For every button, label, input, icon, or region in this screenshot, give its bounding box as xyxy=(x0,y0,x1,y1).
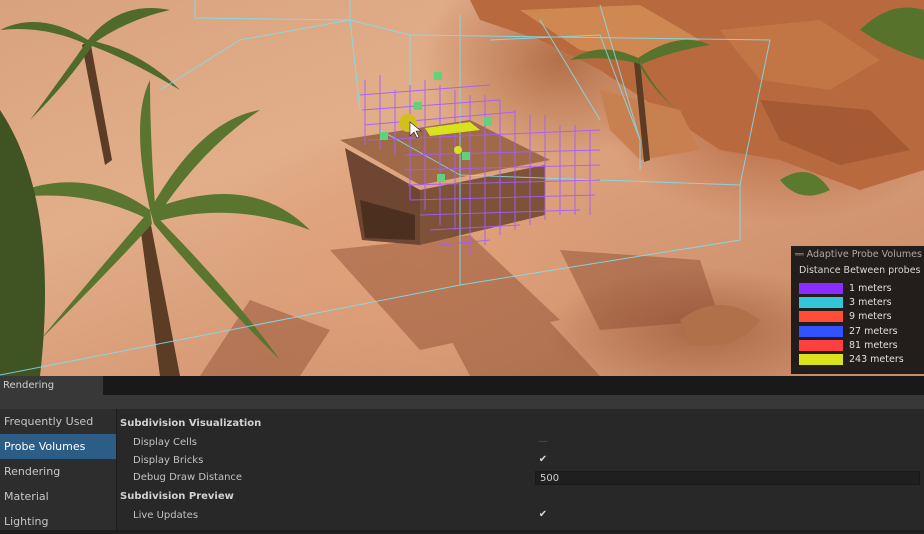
legend-row: 3 meters xyxy=(799,295,918,309)
sidebar-item-probe-volumes[interactable]: Probe Volumes xyxy=(0,434,116,459)
window-toolbar xyxy=(0,395,924,409)
debug-draw-distance-field[interactable]: 500 xyxy=(535,471,920,485)
legend-color-swatch xyxy=(799,311,843,323)
display-bricks-label: Display Bricks xyxy=(133,455,204,466)
legend-label: 243 meters xyxy=(849,354,904,366)
legend-row: 27 meters xyxy=(799,324,918,338)
sidebar-item-lighting[interactable]: Lighting xyxy=(0,509,116,534)
debugger-sidebar: Frequently Used Probe Volumes Rendering … xyxy=(0,409,117,530)
apv-legend-panel: ══ Adaptive Probe Volumes Distance Betwe… xyxy=(791,246,924,374)
scene-viewport[interactable]: ══ Adaptive Probe Volumes Distance Betwe… xyxy=(0,0,924,376)
legend-subtitle: Distance Between probes xyxy=(799,265,921,276)
window-tab-bar: Rendering Debugger xyxy=(0,376,924,410)
legend-label: 3 meters xyxy=(849,296,892,308)
legend-title: Adaptive Probe Volumes xyxy=(806,248,922,260)
debug-draw-distance-label: Debug Draw Distance xyxy=(133,472,243,483)
section-subdivision-preview[interactable]: Subdivision Preview xyxy=(120,491,234,502)
display-cells-checkbox[interactable]: — xyxy=(537,436,549,448)
legend-color-swatch xyxy=(799,325,843,337)
legend-color-swatch xyxy=(799,282,843,294)
drag-handle-icon[interactable]: ══ xyxy=(795,250,804,259)
legend-color-swatch xyxy=(799,296,843,308)
legend-row: 1 meters xyxy=(799,281,918,295)
live-updates-label: Live Updates xyxy=(133,510,199,521)
legend-label: 27 meters xyxy=(849,325,898,337)
legend-row: 9 meters xyxy=(799,310,918,324)
live-updates-checkbox[interactable]: ✔ xyxy=(537,509,549,521)
legend-title-bar[interactable]: ══ Adaptive Probe Volumes xyxy=(791,246,924,262)
legend-row: 81 meters xyxy=(799,338,918,352)
legend-label: 1 meters xyxy=(849,282,892,294)
legend-label: 81 meters xyxy=(849,339,898,351)
sidebar-item-material[interactable]: Material xyxy=(0,484,116,509)
legend-color-swatch xyxy=(799,354,843,366)
probe-volumes-panel: Subdivision Visualization Display Cells … xyxy=(117,409,924,530)
display-cells-label: Display Cells xyxy=(133,437,197,448)
sidebar-item-rendering[interactable]: Rendering xyxy=(0,459,116,484)
legend-rows: 1 meters 3 meters 9 meters 27 meters 81 mete… xyxy=(799,281,918,367)
legend-color-swatch xyxy=(799,339,843,351)
display-bricks-checkbox[interactable]: ✔ xyxy=(537,454,549,466)
legend-row: 243 meters xyxy=(799,352,918,366)
tab-rendering-debugger[interactable]: Rendering Debugger xyxy=(0,376,104,410)
section-subdivision-visualization[interactable]: Subdivision Visualization xyxy=(120,418,261,429)
rendering-debugger-window: Rendering Debugger Frequently Used Probe… xyxy=(0,376,924,530)
scene-render xyxy=(0,0,924,376)
legend-label: 9 meters xyxy=(849,311,892,323)
sidebar-item-frequently-used[interactable]: Frequently Used xyxy=(0,409,116,434)
